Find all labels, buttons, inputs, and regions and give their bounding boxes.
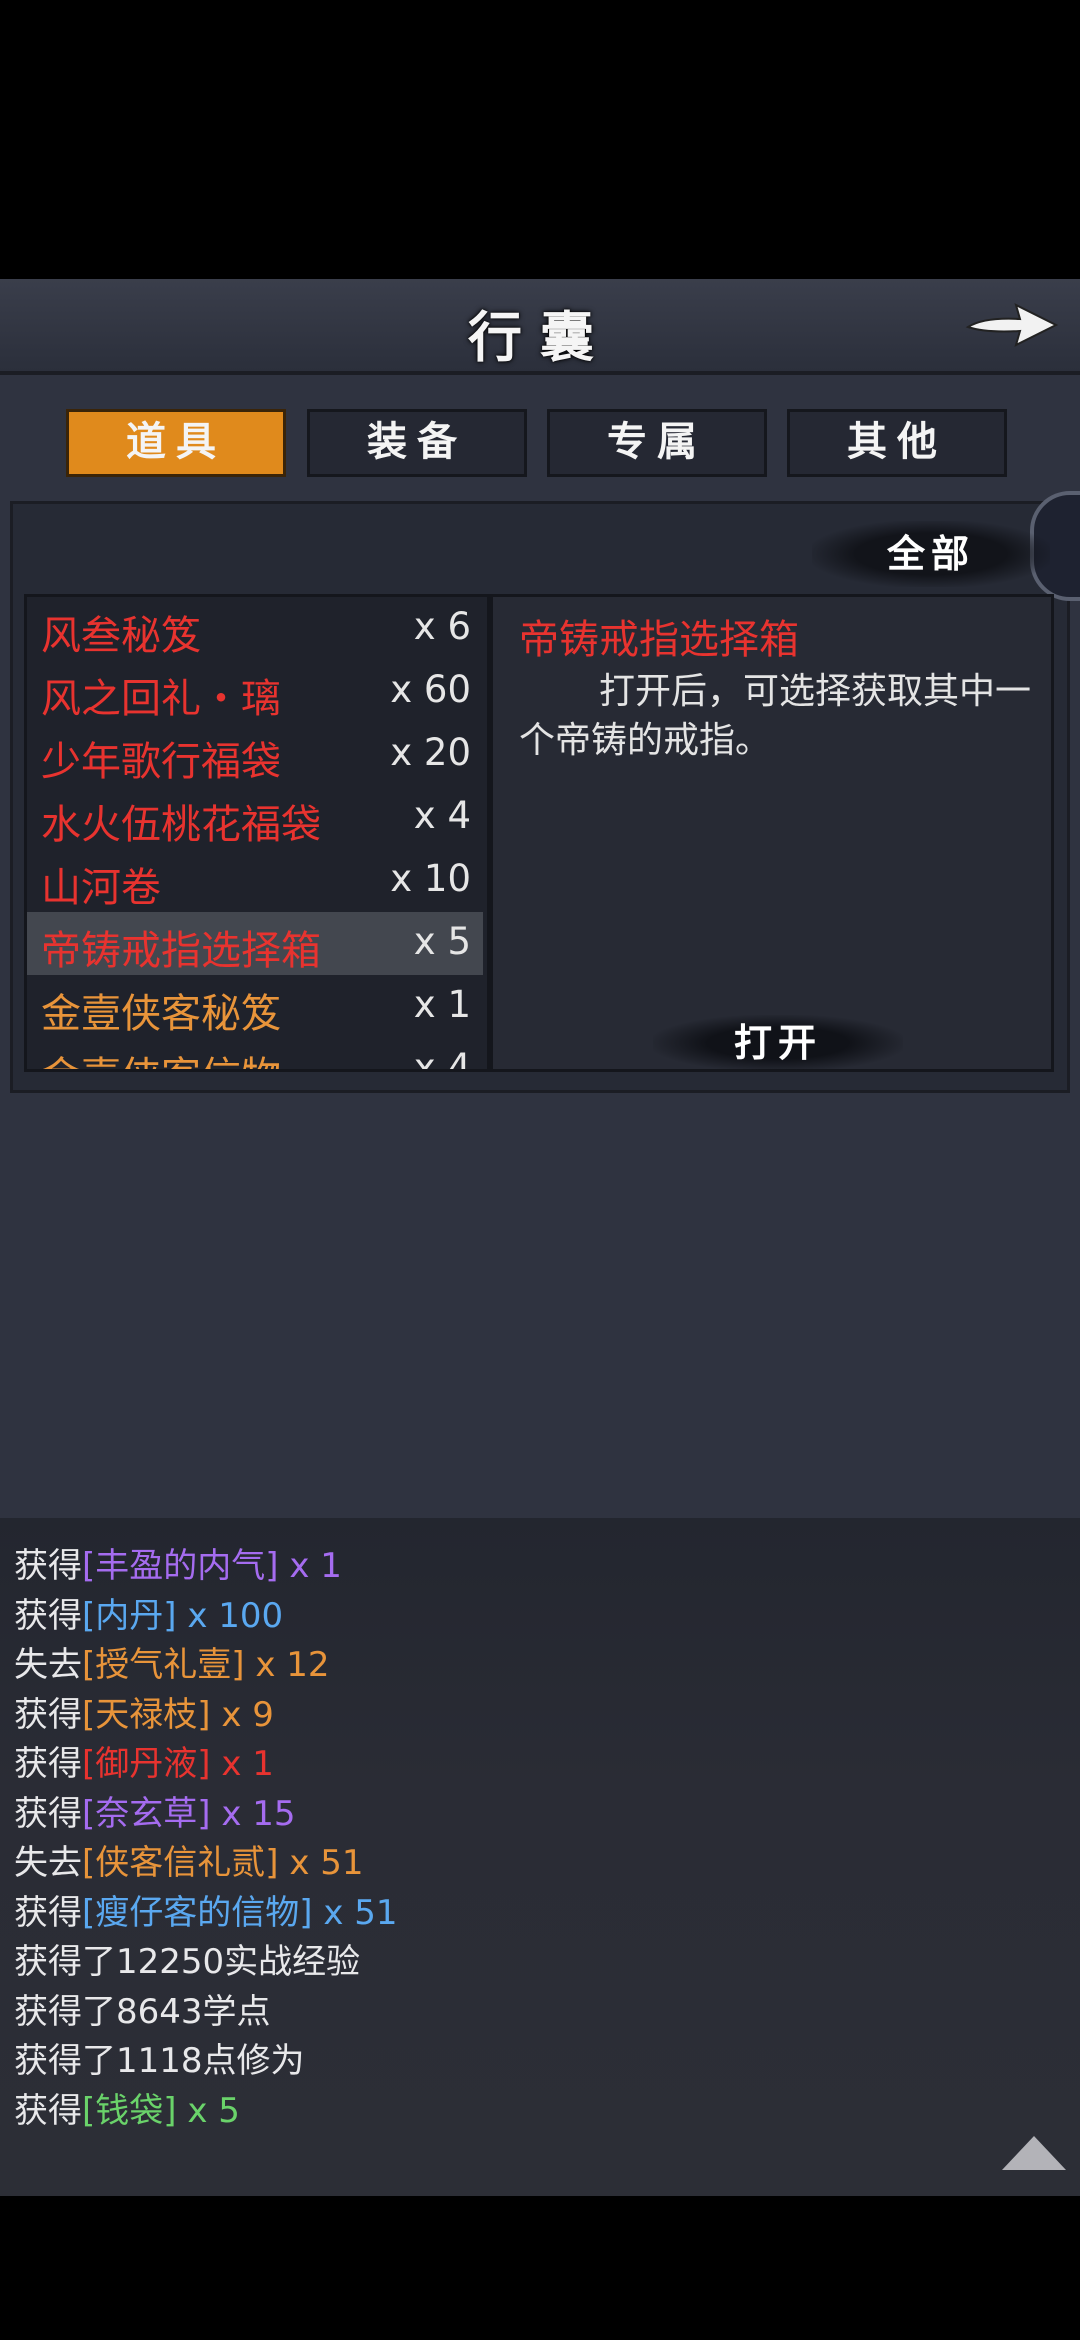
item-count: x 60 [390, 668, 471, 711]
log-line: 获得[天禄枝] x 9 [14, 1687, 274, 1736]
log-line: 获得了1118点修为 [14, 2033, 305, 2082]
list-item[interactable]: 金壹侠客信物 x 4 [27, 1038, 483, 1072]
item-count: x 1 [413, 983, 471, 1026]
item-count: x 5 [413, 920, 471, 963]
item-count: x 10 [390, 857, 471, 900]
log-qty: x 15 [210, 1793, 296, 1834]
item-name: 金壹侠客秘笈 [41, 991, 281, 1037]
detail-title: 帝铸戒指选择箱 [519, 617, 799, 663]
item-count: x 6 [413, 605, 471, 648]
item-count: x 20 [390, 731, 471, 774]
log-prefix: 获得 [14, 1694, 82, 1735]
log-prefix: 失去 [14, 1645, 82, 1685]
log-qty: x 12 [244, 1645, 330, 1685]
log-prefix: 获得了1118点修为 [14, 2041, 305, 2081]
item-count: x 4 [413, 794, 471, 837]
item-name: 水火伍桃花福袋 [41, 802, 321, 848]
log-qty: x 1 [210, 1744, 274, 1784]
log-prefix: 获得了8643学点 [14, 1991, 271, 2032]
log-qty: x 100 [176, 1595, 284, 1636]
tab-exclusive[interactable]: 专属 [547, 409, 767, 477]
log-qty: x 1 [278, 1546, 342, 1586]
list-item[interactable]: 风之回礼・璃 x 60 [27, 660, 483, 723]
item-name: 山河卷 [41, 865, 161, 911]
log-line: 获得[钱袋] x 5 [14, 2083, 240, 2132]
list-item[interactable]: 金壹侠客秘笈 x 1 [27, 975, 483, 1038]
item-name: 金壹侠客信物 [41, 1044, 281, 1069]
log-line: 获得[丰盈的内气] x 1 [14, 1538, 342, 1587]
log-line: 获得[奈玄草] x 15 [14, 1786, 296, 1835]
arrow-right-icon [965, 303, 1059, 347]
log-line: 获得了8643学点 [14, 1984, 271, 2033]
item-list[interactable]: 风叁秘笈 x 6 风之回礼・璃 x 60 少年歌行福袋 x 20 水火伍桃花福袋 x 4 山河卷… [24, 594, 490, 1072]
log-qty: x 9 [210, 1694, 274, 1735]
filter-all-button[interactable]: 全部 [812, 521, 1050, 587]
log-line: 失去[侠客信礼贰] x 51 [14, 1835, 364, 1884]
list-item[interactable]: 少年歌行福袋 x 20 [27, 723, 483, 786]
log-prefix: 失去 [14, 1843, 82, 1883]
log-prefix: 获得 [14, 1892, 82, 1933]
item-count: x 4 [413, 1046, 471, 1072]
log-qty: x 5 [176, 2090, 240, 2131]
list-item[interactable]: 水火伍桃花福袋 x 4 [27, 786, 483, 849]
log-prefix: 获得 [14, 1793, 82, 1834]
log-item: [丰盈的内气] [82, 1546, 279, 1586]
back-arrow-button[interactable] [964, 293, 1060, 355]
item-name: 帝铸戒指选择箱 [41, 928, 321, 974]
log-item: [授气礼壹] [82, 1645, 245, 1685]
log-prefix: 获得 [14, 2090, 82, 2131]
tab-other[interactable]: 其他 [787, 409, 1007, 477]
log-prefix: 获得 [14, 1595, 82, 1636]
header-bar: 行囊 [0, 279, 1080, 375]
reward-log: 获得[丰盈的内气] x 1 获得[内丹] x 100 失去[授气礼壹] x 12 获得… [0, 1518, 1080, 2196]
item-detail: 帝铸戒指选择箱 打开后，可选择获取其中一个帝铸的戒指。 打开 [490, 594, 1054, 1072]
log-item: [内丹] [82, 1595, 177, 1636]
log-prefix: 获得了12250实战经验 [14, 1942, 361, 1982]
log-prefix: 获得 [14, 1744, 82, 1784]
log-line: 失去[授气礼壹] x 12 [14, 1637, 330, 1686]
page-title: 行囊 [468, 305, 612, 369]
list-item[interactable]: 山河卷 x 10 [27, 849, 483, 912]
item-name: 少年歌行福袋 [41, 739, 281, 785]
detail-description: 打开后，可选择获取其中一个帝铸的戒指。 [519, 671, 1032, 761]
log-line: 获得[御丹液] x 1 [14, 1736, 274, 1785]
list-item[interactable]: 帝铸戒指选择箱 x 5 [27, 912, 483, 975]
log-item: [瘦仔客的信物] [82, 1892, 313, 1933]
log-qty: x 51 [278, 1843, 364, 1883]
open-button[interactable]: 打开 [653, 1015, 903, 1071]
inventory-panel: 行囊 道具 装备 专属 其他 全部 风叁秘笈 x 6 风之回礼・璃 x 60 少年歌行福… [0, 279, 1080, 1518]
tab-items[interactable]: 道具 [66, 409, 286, 477]
log-line: 获得了12250实战经验 [14, 1934, 360, 1983]
log-item: [奈玄草] [82, 1793, 211, 1834]
tab-equipment[interactable]: 装备 [307, 409, 527, 477]
log-item: [侠客信礼贰] [82, 1843, 279, 1883]
log-line: 获得[内丹] x 100 [14, 1588, 283, 1637]
log-item: [钱袋] [82, 2090, 177, 2131]
scroll-up-triangle-icon[interactable] [1002, 2136, 1066, 2170]
log-item: [御丹液] [82, 1744, 211, 1784]
log-line: 获得[瘦仔客的信物] x 51 [14, 1885, 398, 1934]
list-item[interactable]: 风叁秘笈 x 6 [27, 597, 483, 660]
log-prefix: 获得 [14, 1546, 82, 1586]
log-item: [天禄枝] [82, 1694, 211, 1735]
log-qty: x 51 [312, 1892, 398, 1933]
item-name: 风之回礼・璃 [41, 676, 281, 722]
item-name: 风叁秘笈 [41, 613, 201, 659]
